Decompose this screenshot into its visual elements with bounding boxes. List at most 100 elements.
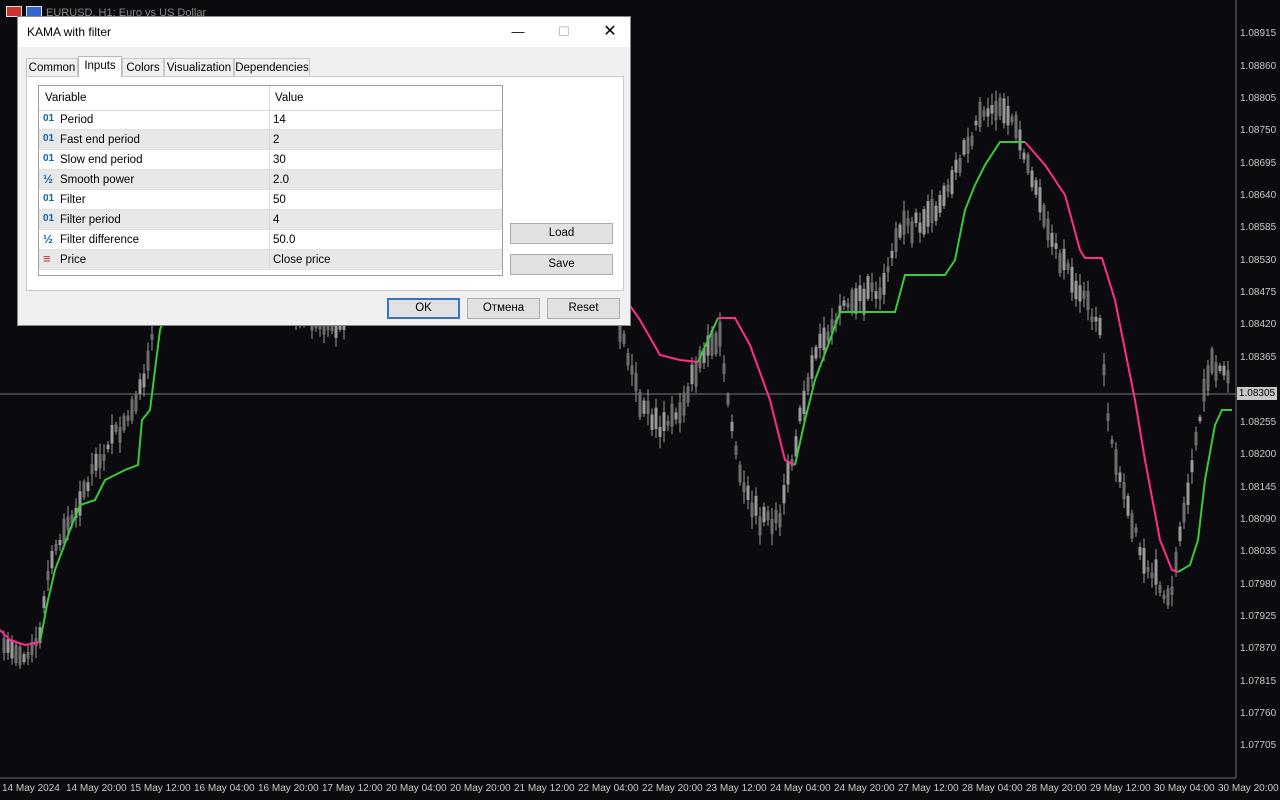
candle	[818, 323, 822, 359]
candle	[782, 473, 786, 515]
candle	[634, 362, 638, 403]
candle	[86, 476, 90, 497]
price-axis-label: 1.07760	[1240, 708, 1277, 719]
candle	[126, 409, 130, 427]
candle	[1202, 368, 1206, 412]
candle	[1122, 473, 1126, 508]
parameter-value[interactable]: 14	[273, 114, 286, 126]
parameter-row[interactable]: ½ Smooth power 2.0	[39, 170, 502, 190]
parameter-value[interactable]: Close price	[273, 254, 331, 266]
candle	[1134, 523, 1138, 537]
candle	[1194, 426, 1198, 451]
parameter-value[interactable]: 50.0	[273, 234, 295, 246]
time-axis-label: 16 May 04:00	[194, 783, 255, 794]
candle	[862, 282, 866, 321]
candle	[1226, 360, 1230, 393]
parameter-row[interactable]: 01 Filter period 4	[39, 210, 502, 230]
candle	[1102, 353, 1106, 387]
candle	[626, 348, 630, 371]
time-axis-label: 24 May 20:00	[834, 783, 895, 794]
parameter-value[interactable]: 30	[273, 154, 286, 166]
maximize-icon[interactable]: ☐	[541, 17, 587, 47]
candle	[798, 405, 802, 424]
price-axis-label: 1.07870	[1240, 643, 1277, 654]
parameter-value[interactable]: 50	[273, 194, 286, 206]
tab-dependencies[interactable]: Dependencies	[234, 58, 310, 76]
price-axis-label: 1.08585	[1240, 222, 1277, 233]
candle	[58, 533, 62, 552]
candle	[958, 154, 962, 177]
time-axis-label: 27 May 12:00	[898, 783, 959, 794]
candle	[990, 93, 994, 125]
save-button[interactable]: Save	[510, 254, 613, 275]
parameter-value[interactable]: 2	[273, 134, 279, 146]
candle	[654, 398, 658, 439]
tab-common[interactable]: Common	[26, 58, 78, 76]
candle	[682, 385, 686, 423]
candle	[138, 373, 142, 400]
time-axis-label: 14 May 2024	[2, 783, 60, 794]
parameter-row[interactable]: 01 Fast end period 2	[39, 130, 502, 150]
cancel-button[interactable]: Отмена	[467, 298, 540, 319]
tab-inputs[interactable]: Inputs	[78, 56, 122, 77]
candle	[1142, 538, 1146, 584]
ok-button[interactable]: OK	[387, 298, 460, 319]
candle	[134, 390, 138, 415]
reset-button[interactable]: Reset	[547, 298, 620, 319]
candle	[686, 382, 690, 407]
candle	[1094, 306, 1098, 332]
candle	[950, 166, 954, 199]
candle	[1026, 152, 1030, 176]
integer-icon: 01	[43, 153, 55, 164]
candle	[714, 330, 718, 357]
dialog-titlebar[interactable]: KAMA with filter — ☐ ✕	[18, 17, 630, 47]
candle	[922, 206, 926, 238]
candle	[926, 194, 930, 234]
candle	[726, 392, 730, 408]
candle	[866, 273, 870, 302]
candle	[638, 389, 642, 421]
close-icon[interactable]: ✕	[587, 17, 633, 47]
parameter-name: Period	[60, 114, 94, 126]
candle	[82, 479, 86, 500]
parameter-row[interactable]: 01 Period 14	[39, 110, 502, 130]
candle	[1074, 273, 1078, 307]
candle	[1182, 496, 1186, 529]
parameter-row[interactable]: 01 Slow end period 30	[39, 150, 502, 170]
parameter-value[interactable]: 4	[273, 214, 279, 226]
candle	[942, 182, 946, 209]
kama-line-segment	[39, 299, 171, 643]
parameter-name: Smooth power	[60, 174, 135, 186]
candle	[1178, 521, 1182, 547]
parameter-row[interactable]: 01 Filter 50	[39, 190, 502, 210]
price-axis-label: 1.08035	[1240, 546, 1277, 557]
candle	[762, 502, 766, 527]
column-header-value[interactable]: Value	[275, 92, 304, 104]
parameter-row[interactable]: ½ Filter difference 50.0	[39, 230, 502, 250]
price-axis-label: 1.08365	[1240, 352, 1277, 363]
candle	[1106, 402, 1110, 432]
candle	[1098, 314, 1102, 339]
price-axis-label: 1.08805	[1240, 93, 1277, 104]
candle	[662, 400, 666, 443]
candle	[870, 272, 874, 302]
candle	[1166, 585, 1170, 609]
candle	[98, 443, 102, 479]
tab-visualization[interactable]: Visualization	[164, 58, 234, 76]
candle	[146, 342, 150, 380]
candle	[22, 651, 26, 665]
parameter-row[interactable]: ≡ Price Close price	[39, 250, 502, 270]
candle	[18, 642, 22, 669]
column-header-variable[interactable]: Variable	[45, 92, 86, 104]
price-axis-label: 1.08200	[1240, 449, 1277, 460]
candle	[978, 96, 982, 133]
minimize-icon[interactable]: —	[495, 17, 541, 47]
kama-line-segment	[794, 141, 1025, 466]
candle	[1162, 590, 1166, 604]
kama-line-segment	[0, 629, 41, 647]
candle	[1006, 96, 1010, 135]
candle	[890, 243, 894, 266]
tab-colors[interactable]: Colors	[122, 58, 164, 76]
load-button[interactable]: Load	[510, 223, 613, 244]
parameter-value[interactable]: 2.0	[273, 174, 289, 186]
